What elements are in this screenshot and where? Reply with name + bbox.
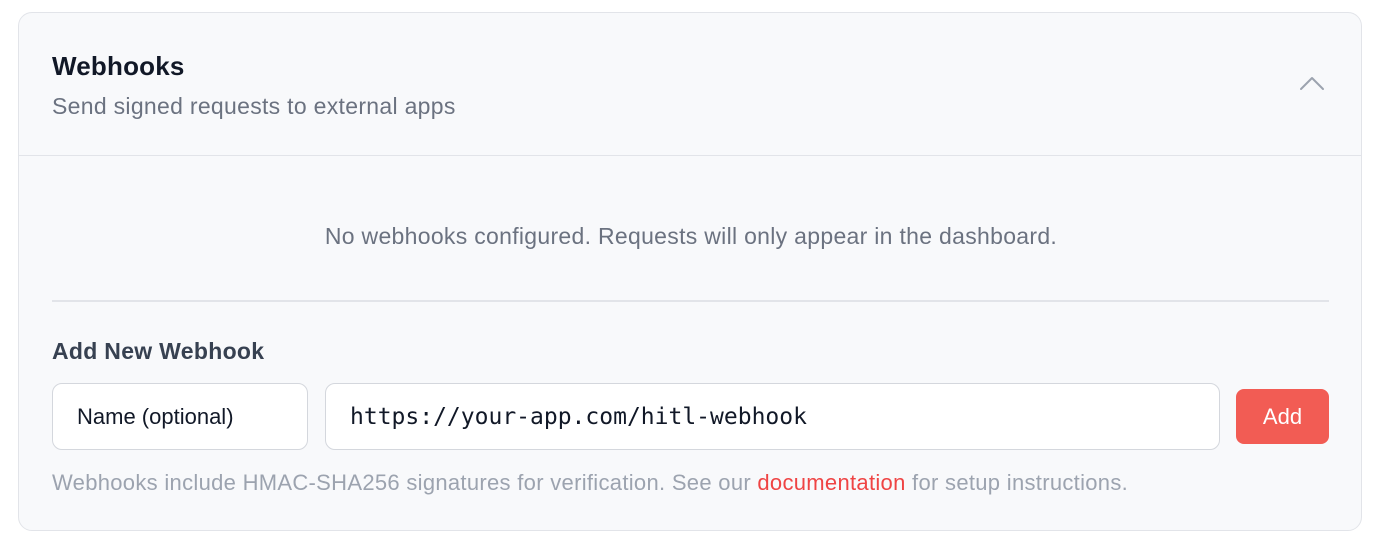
add-webhook-title: Add New Webhook	[52, 338, 265, 364]
webhooks-panel-header[interactable]: Webhooks Send signed requests to externa…	[19, 13, 1361, 156]
add-webhook-button[interactable]: Add	[1236, 389, 1329, 444]
empty-state-message: No webhooks configured. Requests will on…	[324, 223, 1058, 249]
panel-title: Webhooks	[52, 51, 185, 81]
webhook-name-input[interactable]	[52, 383, 308, 450]
helper-text-after: for setup instructions.	[905, 470, 1129, 495]
documentation-link[interactable]: documentation	[757, 470, 905, 495]
helper-text-before: Webhooks include HMAC-SHA256 signatures …	[52, 470, 758, 495]
helper-text: Webhooks include HMAC-SHA256 signatures …	[52, 470, 1128, 496]
panel-subtitle: Send signed requests to external apps	[52, 93, 456, 119]
webhook-url-input[interactable]	[325, 383, 1220, 450]
section-divider	[52, 300, 1329, 302]
chevron-up-icon[interactable]	[1299, 75, 1325, 91]
webhooks-panel: Webhooks Send signed requests to externa…	[18, 12, 1362, 531]
